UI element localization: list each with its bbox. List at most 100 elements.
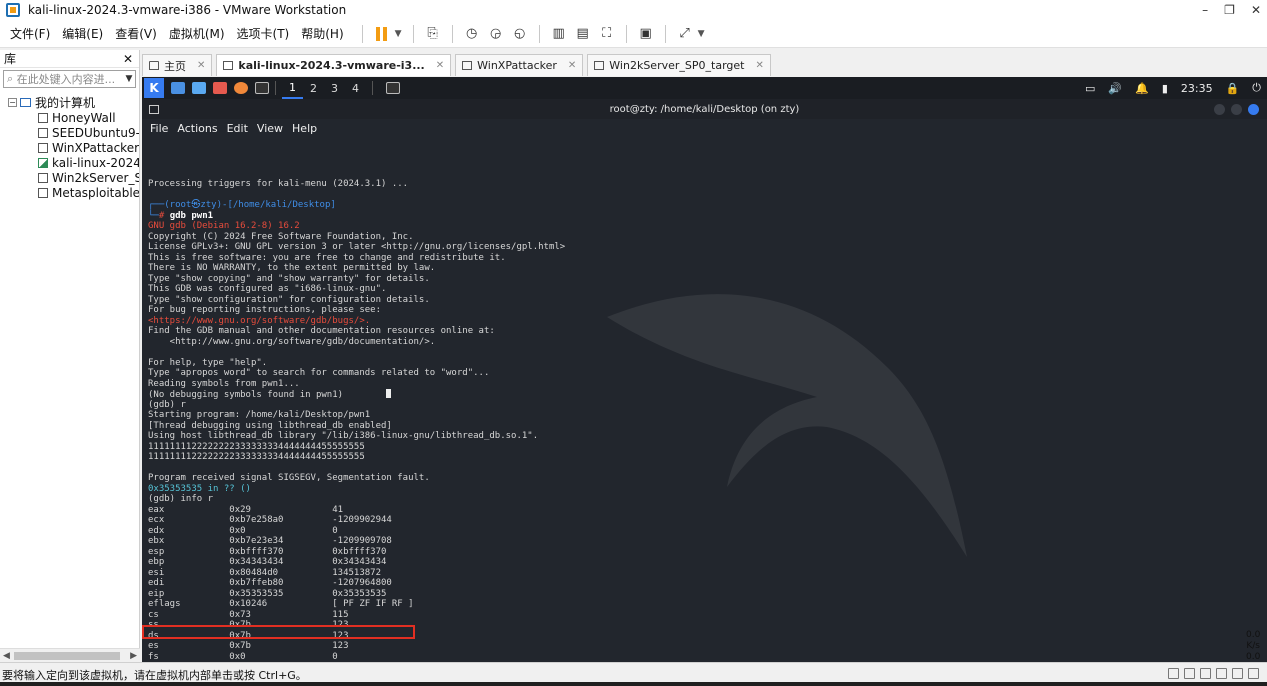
lock-icon[interactable]: 🔒 — [1226, 82, 1240, 95]
tree-item-metasploitable[interactable]: Metasploitable_u — [0, 185, 139, 200]
revert-snapshot-button[interactable]: ◶ — [485, 23, 507, 45]
workspace-3[interactable]: 3 — [324, 77, 345, 99]
snapshot-manager-button[interactable]: ◵ — [509, 23, 531, 45]
tree-item-seedubuntu[interactable]: SEEDUbuntu9-Au — [0, 125, 139, 140]
chevron-right-icon[interactable]: ▶ — [130, 651, 137, 661]
library-header: 库 ✕ — [0, 50, 139, 68]
register-hex: 0x10246 — [229, 599, 333, 609]
terminal-output[interactable]: Processing triggers for kali-menu (2024.… — [142, 137, 1267, 662]
kali-menu-icon[interactable]: K — [144, 78, 164, 98]
guest-display[interactable]: K 1 2 3 4 ▭ 🔊 🔔 ▮ 23:35 🔒 ⏻ root@zty: /h… — [142, 77, 1267, 662]
chevron-down-icon[interactable]: ▼ — [395, 29, 405, 39]
send-ctrl-alt-del-button[interactable]: ⎘ — [422, 23, 444, 45]
thumbnail-icon: ▤ — [576, 26, 589, 41]
menu-vm[interactable]: 虚拟机(M) — [163, 25, 231, 42]
clock-revert-icon: ◶ — [489, 26, 502, 41]
terminal-window-icon — [149, 104, 159, 114]
firefox-icon[interactable] — [234, 82, 248, 94]
register-name: edi — [148, 578, 230, 588]
terminal-minimize-button[interactable] — [1214, 103, 1225, 115]
desktop-icon[interactable] — [171, 82, 185, 94]
menu-file[interactable]: 文件(F) — [0, 25, 56, 42]
stretch-button[interactable]: ⤢ — [674, 23, 696, 45]
workspace-2[interactable]: 2 — [303, 77, 324, 99]
close-icon[interactable]: ✕ — [436, 60, 444, 71]
panel-clock[interactable]: 23:35 — [1181, 82, 1213, 95]
restore-button[interactable]: ❐ — [1224, 3, 1235, 17]
terminal-menu-help[interactable]: Help — [292, 122, 317, 135]
close-icon[interactable]: ✕ — [755, 60, 763, 71]
close-window-button[interactable]: ✕ — [1251, 3, 1261, 17]
folder-icon[interactable] — [192, 82, 206, 94]
text-editor-icon[interactable] — [213, 82, 227, 94]
tree-item-label: kali-linux-2024.3- — [52, 155, 139, 170]
usb-icon[interactable] — [1216, 668, 1227, 679]
snapshot-button[interactable]: ◷ — [461, 23, 483, 45]
power-icon[interactable]: ⏻ — [1252, 81, 1261, 95]
battery-icon[interactable]: ▮ — [1162, 82, 1168, 95]
toolbar-divider — [538, 24, 540, 43]
terminal-maximize-button[interactable] — [1231, 103, 1242, 115]
bell-icon[interactable]: 🔔 — [1135, 82, 1149, 95]
menu-tabs[interactable]: 选项卡(T) — [231, 25, 296, 42]
terminal-icon[interactable] — [255, 82, 269, 94]
chevron-left-icon[interactable]: ◀ — [3, 651, 10, 661]
terminal-close-button[interactable] — [1248, 103, 1259, 115]
speed-value-1: 0.0 — [1246, 630, 1261, 640]
terminal-menu-edit[interactable]: Edit — [227, 122, 248, 135]
console-view-button[interactable]: ▣ — [635, 23, 657, 45]
library-search-input[interactable]: ⌕ 在此处键入内容进... ▼ — [3, 70, 136, 88]
tree-root-my-computer[interactable]: − 我的计算机 — [0, 95, 139, 110]
printer-icon[interactable] — [1232, 668, 1243, 679]
display-status-icon[interactable] — [1248, 668, 1259, 679]
tab-winxpattacker[interactable]: WinXPattacker ✕ — [455, 54, 584, 76]
tree-item-winxpattacker[interactable]: WinXPattacker — [0, 140, 139, 155]
scrollbar-thumb[interactable] — [14, 651, 120, 660]
library-title: 库 — [4, 52, 17, 66]
taskbar-strip — [0, 682, 1267, 686]
chevron-down-icon[interactable]: ▼ — [698, 29, 708, 39]
register-value: 134513872 — [332, 567, 382, 578]
register-name: ecx — [148, 515, 230, 525]
chevron-down-icon[interactable]: ▼ — [123, 74, 135, 84]
workspace-4[interactable]: 4 — [345, 77, 366, 99]
terminal-menu-actions[interactable]: Actions — [177, 122, 217, 135]
tree-item-label: Metasploitable_u — [52, 185, 139, 200]
tab-label: Win2kServer_SP0_target — [609, 59, 745, 72]
register-hex: 0x35353535 — [229, 588, 333, 599]
tree-item-kali[interactable]: kali-linux-2024.3- — [0, 155, 139, 170]
library-hscrollbar[interactable]: ◀ ▶ — [0, 648, 140, 662]
panel-tray: ▭ 🔊 🔔 ▮ 23:35 🔒 ⏻ — [1085, 77, 1261, 99]
collapse-icon[interactable]: − — [8, 98, 17, 107]
terminal-menu-view[interactable]: View — [257, 122, 283, 135]
register-row: eip 0x35353535 0x35353535 — [148, 589, 1267, 600]
terminal-task-icon[interactable] — [386, 82, 400, 94]
tab-win2kserver[interactable]: Win2kServer_SP0_target ✕ — [587, 54, 771, 76]
menu-help[interactable]: 帮助(H) — [295, 25, 349, 42]
terminal-menu-file[interactable]: File — [150, 122, 168, 135]
close-icon[interactable]: ✕ — [568, 60, 576, 71]
show-thumbnail-button[interactable]: ▤ — [572, 23, 594, 45]
tab-home[interactable]: 主页 ✕ — [142, 54, 213, 76]
menu-view[interactable]: 查看(V) — [109, 25, 163, 42]
register-value: 0xbffff370 — [332, 546, 387, 557]
register-name: fs — [148, 651, 230, 662]
menu-edit[interactable]: 编辑(E) — [56, 25, 109, 42]
register-value: 41 — [332, 504, 344, 515]
minimize-button[interactable]: – — [1202, 3, 1208, 17]
tab-kali[interactable]: kali-linux-2024.3-vmware-i3... ✕ — [216, 54, 452, 76]
volume-icon[interactable]: 🔊 — [1108, 82, 1122, 95]
close-icon[interactable]: ✕ — [197, 60, 205, 71]
hdd-icon[interactable] — [1168, 668, 1179, 679]
display-icon[interactable]: ▭ — [1085, 82, 1095, 95]
fullscreen-button[interactable]: ⛶ — [596, 23, 618, 45]
workspace-1[interactable]: 1 — [282, 77, 303, 99]
tree-item-honeywall[interactable]: HoneyWall — [0, 110, 139, 125]
network-adapter-icon[interactable] — [1184, 668, 1195, 679]
show-library-button[interactable]: ▥ — [548, 23, 570, 45]
tree-item-win2kserver[interactable]: Win2kServer_SP0 — [0, 170, 139, 185]
pause-vm-button[interactable] — [371, 23, 393, 45]
close-icon[interactable]: ✕ — [123, 52, 133, 66]
sound-icon[interactable] — [1200, 668, 1211, 679]
register-row: eflags 0x10246 [ PF ZF IF RF ] — [148, 599, 1267, 610]
